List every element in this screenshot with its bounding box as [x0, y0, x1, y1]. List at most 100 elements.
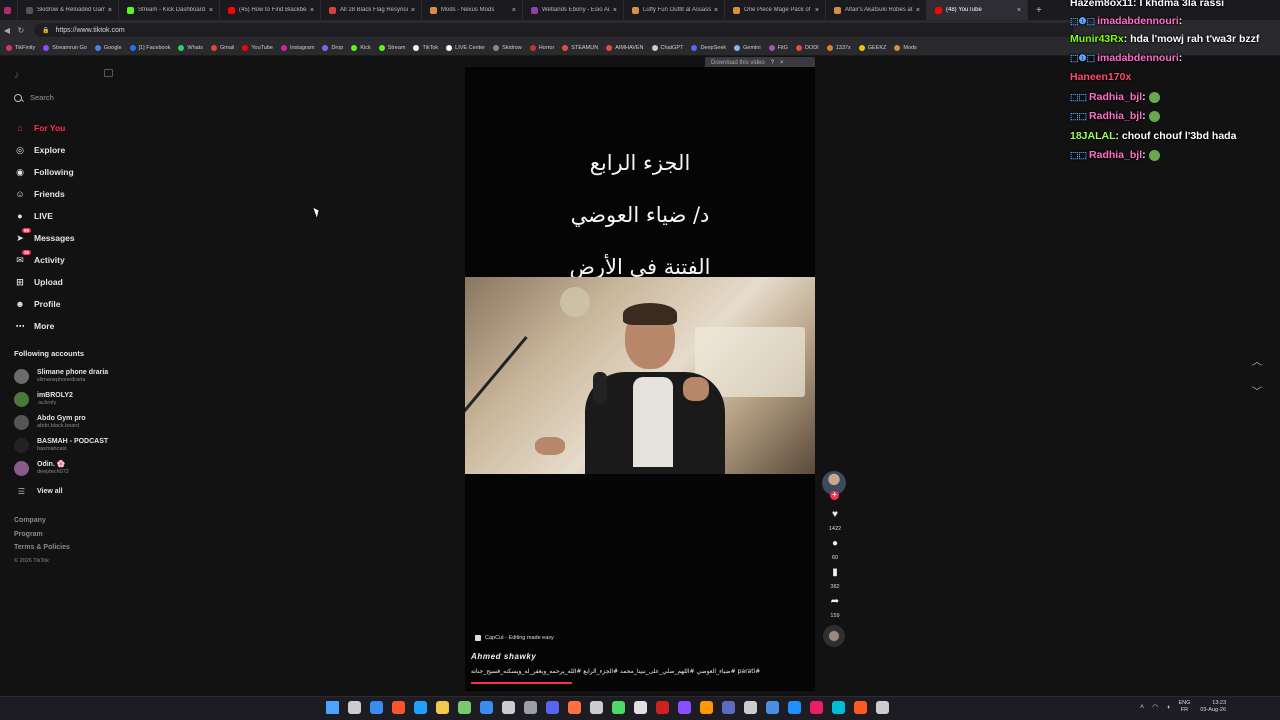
creator-avatar[interactable]: +: [822, 471, 846, 500]
tray-chevron-icon[interactable]: ˄: [1140, 704, 1144, 711]
bookmark-item[interactable]: LIVE Center: [446, 44, 485, 51]
tab-close-icon[interactable]: ×: [1017, 7, 1021, 14]
footer-company-link[interactable]: Company: [14, 517, 70, 531]
taskbar-app-icon[interactable]: [832, 701, 845, 714]
taskbar-app-icon[interactable]: [458, 701, 471, 714]
help-icon[interactable]: ?: [771, 60, 774, 66]
browser-tab[interactable]: One Piece Mage Pack of Fun×: [725, 0, 826, 20]
sidebar-item-messages[interactable]: ➤ 99 Messages: [14, 227, 75, 249]
video-progress-bar[interactable]: [471, 682, 573, 684]
taskbar-app-icon[interactable]: [700, 701, 713, 714]
bookmark-item[interactable]: Google: [94, 44, 122, 51]
bookmark-item[interactable]: 1337x: [826, 44, 851, 51]
taskbar-app-icon[interactable]: [656, 701, 669, 714]
following-account-item[interactable]: BASMAH - PODCAST basmahcast: [14, 434, 108, 457]
sidebar-item-live[interactable]: ● LIVE: [14, 205, 75, 227]
sidebar-item-following[interactable]: ◉ Following: [14, 161, 75, 183]
like-button[interactable]: ♥ 1422: [822, 509, 848, 532]
browser-tab[interactable]: Luffy Fun Outfit at Assassin ×: [624, 0, 725, 20]
collapse-sidebar-icon[interactable]: [104, 69, 113, 77]
search-input[interactable]: Search: [14, 93, 54, 102]
sidebar-item-profile[interactable]: ☻ Profile: [14, 293, 75, 315]
tab-close-icon[interactable]: ×: [108, 7, 112, 14]
browser-tab[interactable]: Stream - Kick Dashboard ×: [119, 0, 220, 20]
taskbar-app-icon[interactable]: [568, 701, 581, 714]
new-tab-icon[interactable]: +: [1028, 5, 1050, 16]
bookmark-item[interactable]: Instagram: [280, 44, 314, 51]
taskbar-app-icon[interactable]: [876, 701, 889, 714]
taskbar-app-icon[interactable]: [370, 701, 383, 714]
network-icon[interactable]: ◠: [1152, 703, 1158, 711]
taskbar-app-icon[interactable]: [590, 701, 603, 714]
bookmark-item[interactable]: Gmail: [210, 44, 234, 51]
browser-tab[interactable]: [0, 0, 18, 20]
browser-tab[interactable]: Mods - Nexus Mods ×: [422, 0, 523, 20]
save-button[interactable]: ▮ 382: [822, 567, 848, 590]
bookmark-item[interactable]: ChatGPT: [651, 44, 683, 51]
bookmark-item[interactable]: TikTok: [413, 44, 438, 51]
bookmark-item[interactable]: DeepSeek: [691, 44, 726, 51]
taskbar-app-icon[interactable]: [634, 701, 647, 714]
bookmark-item[interactable]: [1] Facebook: [129, 44, 170, 51]
bookmark-item[interactable]: YouTube: [242, 44, 273, 51]
url-input[interactable]: 🔒 https://www.tiktok.com: [34, 23, 1074, 37]
footer-terms-link[interactable]: Terms & Policies: [14, 544, 70, 558]
tab-close-icon[interactable]: ×: [411, 7, 415, 14]
tab-close-icon[interactable]: ×: [613, 7, 617, 14]
taskbar-app-icon[interactable]: [854, 701, 867, 714]
sidebar-item-friends[interactable]: ☺ Friends: [14, 183, 75, 205]
sidebar-item-for-you[interactable]: ⌂ For You: [14, 117, 75, 139]
taskbar-app-icon[interactable]: [678, 701, 691, 714]
tab-close-icon[interactable]: ×: [512, 7, 516, 14]
taskbar-app-icon[interactable]: [744, 701, 757, 714]
sidebar-item-more[interactable]: ⋯ More: [14, 315, 75, 337]
browser-tab[interactable]: Altair's Akatsuki Robes at Assa×: [826, 0, 927, 20]
following-account-item[interactable]: Odin. 🌸 deeptech072: [14, 457, 108, 480]
tab-close-icon[interactable]: ×: [916, 7, 920, 14]
video-player[interactable]: الجزء الرابع د/ ضياء العوضي الفتنة في ال…: [465, 67, 815, 691]
back-icon[interactable]: ◀: [0, 26, 14, 35]
tab-close-icon[interactable]: ×: [714, 7, 718, 14]
tab-close-icon[interactable]: ×: [310, 7, 314, 14]
reload-icon[interactable]: ↻: [14, 26, 28, 35]
browser-tab[interactable]: Skidrow & Reloaded Games ×: [18, 0, 119, 20]
taskbar-app-icon[interactable]: [414, 701, 427, 714]
taskbar-app-icon[interactable]: [612, 701, 625, 714]
bookmark-item[interactable]: STEAMUN: [562, 44, 598, 51]
chevron-up-icon[interactable]: ︿: [1252, 353, 1262, 368]
share-button[interactable]: ➦ 159: [822, 596, 848, 619]
tiktok-logo-icon[interactable]: ♪: [14, 69, 20, 81]
tab-close-icon[interactable]: ×: [209, 7, 213, 14]
bookmark-item[interactable]: AIMHAVEN: [606, 44, 644, 51]
bookmark-item[interactable]: FitG: [768, 44, 788, 51]
taskbar-app-icon[interactable]: [524, 701, 537, 714]
bookmark-item[interactable]: GEEKZ: [858, 44, 886, 51]
comment-button[interactable]: ● 60: [822, 538, 848, 561]
following-account-item[interactable]: Abdo Gym pro abdo.black.beard: [14, 411, 108, 434]
following-account-item[interactable]: Slimane phone draria slimanephonedraria: [14, 365, 108, 388]
bookmark-item[interactable]: Horror: [529, 44, 554, 51]
bookmark-item[interactable]: Kick: [351, 44, 371, 51]
view-all-button[interactable]: ☰ View all: [14, 480, 108, 502]
language-indicator[interactable]: ENG FR: [1178, 700, 1190, 714]
taskbar-app-icon[interactable]: [810, 701, 823, 714]
sidebar-item-explore[interactable]: ◎ Explore: [14, 139, 75, 161]
video-caption[interactable]: #parati #ضياء_العوضي #اللهم_صلي_على_نبين…: [471, 668, 760, 675]
clock[interactable]: 13:23 03-Aug-26: [1200, 700, 1226, 714]
bookmark-item[interactable]: Streamrun Go: [43, 44, 87, 51]
bookmark-item[interactable]: Drop: [322, 44, 343, 51]
bookmark-item[interactable]: Whats: [178, 44, 203, 51]
footer-program-link[interactable]: Program: [14, 531, 70, 545]
taskbar-app-icon[interactable]: [502, 701, 515, 714]
start-icon[interactable]: [326, 701, 339, 714]
bookmark-item[interactable]: Stream: [378, 44, 405, 51]
bookmark-item[interactable]: DODI: [795, 44, 819, 51]
browser-tab[interactable]: (48) YouTube ×: [927, 0, 1028, 20]
video-author[interactable]: Ahmed shawky: [471, 652, 536, 661]
bookmark-item[interactable]: Mods: [894, 44, 917, 51]
tab-close-icon[interactable]: ×: [815, 7, 819, 14]
taskbar-app-icon[interactable]: [546, 701, 559, 714]
sidebar-item-activity[interactable]: ✉ 35 Activity: [14, 249, 75, 271]
bookmark-item[interactable]: Skidrow: [493, 44, 522, 51]
browser-tab[interactable]: All 28 Black Flag Resynced ×: [321, 0, 422, 20]
